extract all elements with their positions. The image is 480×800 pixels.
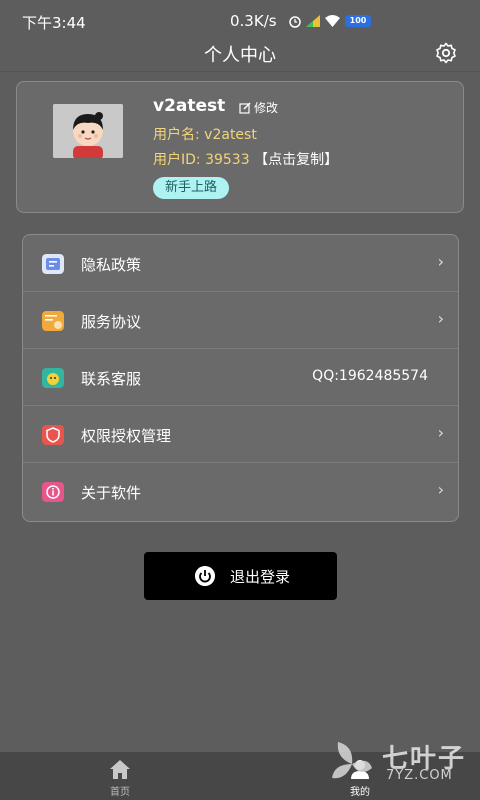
watermark-en: 7YZ.COM: [386, 768, 453, 783]
level-badge: 新手上路: [153, 177, 230, 199]
logout-label: 退出登录: [230, 568, 291, 586]
userid-text: 用户ID: 39533: [153, 152, 250, 168]
profile-card: v2atest 修改 用户名: v2atest 用户ID: 39533 【点击复…: [16, 81, 464, 213]
menu-item-privacy[interactable]: 隐私政策 ›: [23, 235, 458, 292]
about-icon: [42, 482, 64, 502]
menu-item-label: 隐私政策: [81, 256, 142, 274]
userid-line: 用户ID: 39533 【点击复制】: [153, 149, 338, 169]
agreement-icon: [42, 311, 64, 331]
watermark: 七叶子 7YZ.COM: [326, 736, 476, 794]
menu-item-label: 联系客服: [81, 370, 142, 388]
edit-profile-button[interactable]: 修改: [239, 99, 278, 116]
status-time: 下午3:44: [22, 14, 86, 32]
avatar-image: [53, 104, 123, 158]
battery-icon: 100: [345, 15, 371, 27]
username-line: 用户名: v2atest: [153, 127, 257, 143]
chevron-right-icon: ›: [437, 252, 444, 271]
chevron-right-icon: ›: [437, 423, 444, 442]
screen: 下午3:44 0.3K/s 100 个人中心 v2atest 修改 用户名: v…: [0, 0, 480, 800]
logout-button[interactable]: 退出登录: [144, 552, 337, 600]
menu-card: 隐私政策 › 服务协议 › 联系客服 QQ:1962485574 权限授权管理 …: [22, 234, 459, 522]
menu-item-label: 权限授权管理: [81, 427, 172, 445]
edit-icon: [239, 102, 251, 114]
display-name: v2atest: [153, 96, 226, 116]
menu-item-label: 服务协议: [81, 313, 142, 331]
chevron-right-icon: ›: [437, 309, 444, 328]
permission-icon: [42, 425, 64, 445]
service-qq: QQ:1962485574: [312, 368, 428, 384]
header: 个人中心: [0, 36, 480, 72]
menu-item-service[interactable]: 联系客服 QQ:1962485574: [23, 349, 458, 406]
alarm-icon: [289, 16, 301, 28]
network-speed: 0.3K/s: [230, 12, 277, 30]
chevron-right-icon: ›: [437, 480, 444, 499]
gear-icon[interactable]: [434, 41, 458, 65]
power-icon: [195, 566, 215, 586]
menu-item-agreement[interactable]: 服务协议 ›: [23, 292, 458, 349]
wifi-icon: [325, 15, 340, 27]
nav-home-label: 首页: [110, 787, 130, 798]
menu-item-label: 关于软件: [81, 484, 142, 502]
copy-userid-link[interactable]: 【点击复制】: [254, 152, 338, 168]
status-bar: 下午3:44 0.3K/s 100: [0, 0, 480, 40]
privacy-icon: [42, 254, 64, 274]
signal-icon: [306, 15, 320, 27]
nav-home[interactable]: 首页: [80, 752, 160, 800]
leaf-logo-icon: [332, 742, 372, 779]
edit-label: 修改: [254, 101, 279, 115]
page-title: 个人中心: [204, 45, 276, 66]
avatar[interactable]: [53, 104, 123, 158]
menu-item-permission[interactable]: 权限授权管理 ›: [23, 406, 458, 463]
home-icon: [110, 760, 130, 779]
menu-item-about[interactable]: 关于软件 ›: [23, 463, 458, 520]
service-icon: [42, 368, 64, 388]
